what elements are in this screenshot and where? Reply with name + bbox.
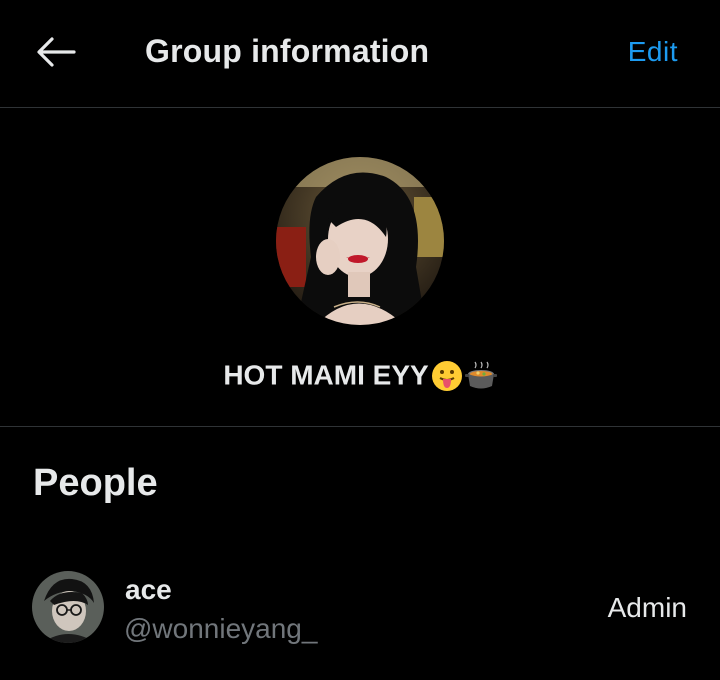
- member-handle: @wonnieyang_: [124, 613, 318, 644]
- member-row[interactable]: ace @wonnieyang_ Admin: [0, 556, 720, 660]
- pot-of-food-emoji: [464, 361, 497, 389]
- member-role-badge: Admin: [607, 592, 687, 623]
- member-avatar-photo: [32, 571, 104, 643]
- member-avatar[interactable]: [32, 571, 104, 643]
- people-heading: People: [33, 462, 158, 504]
- top-bar: Group information Edit: [0, 0, 720, 108]
- member-name: ace: [125, 574, 172, 605]
- group-avatar[interactable]: [276, 157, 444, 325]
- edit-button[interactable]: Edit: [628, 36, 678, 68]
- tongue-out-face-emoji: [431, 360, 462, 391]
- group-name-text: HOT MAMI EYY: [223, 359, 429, 391]
- group-name: HOT MAMI EYY: [0, 358, 720, 392]
- back-button[interactable]: [30, 30, 82, 74]
- group-summary: HOT MAMI EYY: [0, 108, 720, 427]
- arrow-left-icon: [37, 37, 76, 67]
- page-title: Group information: [145, 33, 430, 69]
- group-avatar-photo: [276, 157, 444, 325]
